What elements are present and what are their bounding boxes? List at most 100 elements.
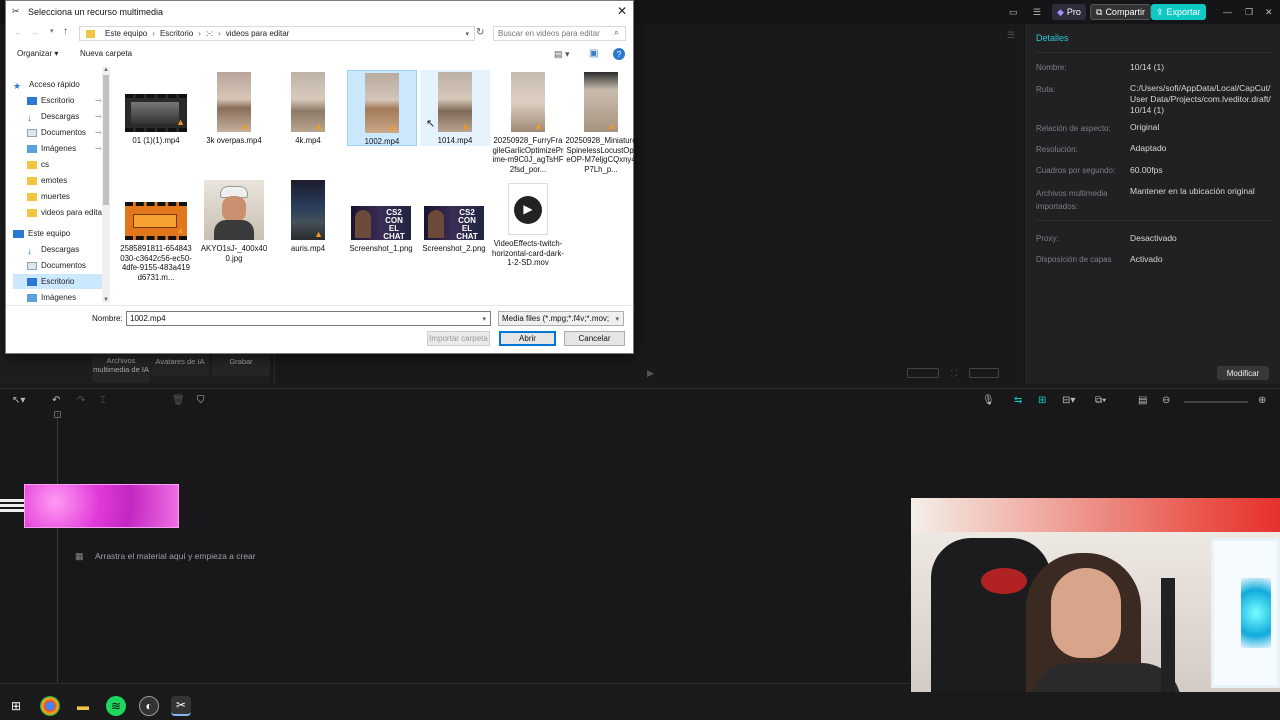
playhead[interactable] bbox=[57, 413, 58, 683]
organize-button[interactable]: Organizar ▾ bbox=[17, 49, 58, 58]
link-icon[interactable]: ⇆ bbox=[1014, 395, 1022, 406]
zoom-in-icon[interactable]: ⊕ bbox=[1258, 395, 1266, 406]
file-item[interactable]: ▲ 2585891811-654843030-c3642c56-ec50-4df… bbox=[120, 202, 192, 282]
windows-start-icon[interactable]: ⊞ bbox=[6, 696, 26, 716]
play-icon[interactable]: ▶ bbox=[647, 368, 654, 379]
detail-label-fps: Cuadros por segundo: bbox=[1036, 166, 1116, 175]
shield-icon[interactable]: ⛉ bbox=[197, 395, 205, 406]
breadcrumb-item[interactable]: Escritorio bbox=[160, 29, 193, 38]
export-button[interactable]: ⇪ Exportar bbox=[1151, 4, 1206, 20]
snap-icon[interactable]: ⧉▾ bbox=[1095, 395, 1106, 406]
undo-icon[interactable]: ↶ bbox=[52, 395, 60, 406]
vlc-icon: ▲ bbox=[176, 116, 185, 127]
nav-scroll-thumb[interactable] bbox=[103, 75, 109, 205]
image-icon bbox=[27, 293, 37, 302]
file-item[interactable]: ▲ 3k overpas.mp4 bbox=[198, 72, 270, 146]
preview-pane-icon[interactable]: ▣ bbox=[589, 48, 598, 59]
delete-icon[interactable]: 🗑 bbox=[172, 395, 185, 406]
capcut-icon[interactable]: ✂ bbox=[171, 696, 191, 716]
pin-icon: ⊸ bbox=[95, 112, 102, 121]
nav-quick-access[interactable]: ★ Acceso rápido bbox=[13, 77, 107, 92]
share-button[interactable]: ⧉ Compartir bbox=[1090, 4, 1151, 20]
details-title: Detalles bbox=[1036, 33, 1069, 43]
file-name: VideoEffects-twitch-horizontal-card-dark… bbox=[492, 239, 564, 267]
up-icon[interactable]: ↑ bbox=[63, 26, 68, 37]
spotify-icon[interactable]: ≋ bbox=[106, 696, 126, 716]
import-folder-button[interactable]: Importar carpeta bbox=[427, 331, 490, 346]
close-dialog-icon[interactable]: ✕ bbox=[617, 4, 627, 18]
file-type-select[interactable]: Media files (*.mpg;*.f4v;*.mov; ▾ bbox=[498, 311, 624, 326]
file-item[interactable]: CS2 CON EL CHAT Screenshot_1.png bbox=[345, 206, 417, 254]
file-item[interactable]: CS2 CON EL CHAT Screenshot_2.png bbox=[418, 206, 490, 254]
minimize-icon[interactable]: — bbox=[1218, 4, 1237, 20]
player-menu-icon[interactable]: ☰ bbox=[1007, 30, 1015, 41]
nav-scrollbar[interactable]: ▲ ▼ bbox=[102, 67, 110, 303]
detail-label-aspect: Relación de aspecto: bbox=[1036, 124, 1111, 133]
modify-button[interactable]: Modificar bbox=[1217, 366, 1269, 380]
new-folder-button[interactable]: Nueva carpeta bbox=[80, 49, 132, 58]
download-icon: ↓ bbox=[27, 245, 32, 257]
file-item[interactable]: ▲ 20250928_FurryFragileGarlicOptimizePri… bbox=[492, 72, 564, 174]
file-item-hover[interactable]: ▲ 1014.mp4 bbox=[420, 70, 490, 146]
open-button[interactable]: Abrir bbox=[499, 331, 556, 346]
forward-icon[interactable]: → bbox=[30, 27, 39, 37]
zoom-out-icon[interactable]: ⊖ bbox=[1162, 395, 1170, 406]
caption-icon[interactable]: ▤ bbox=[1138, 395, 1147, 406]
refresh-icon[interactable]: ↻ bbox=[476, 27, 484, 38]
file-item[interactable]: ▲ 20250928_MiniatureSpinelessLocustOpieO… bbox=[565, 72, 637, 174]
help-icon[interactable]: ? bbox=[613, 48, 625, 60]
file-item[interactable]: ▶ VideoEffects-twitch-horizontal-card-da… bbox=[492, 183, 564, 268]
file-item[interactable]: AKYO1sJ-_400x400.jpg bbox=[198, 180, 270, 263]
file-item[interactable]: ▲ 4k.mp4 bbox=[272, 72, 344, 146]
nav-pc-desktop[interactable]: Escritorio bbox=[13, 274, 107, 289]
tab-ai-avatars[interactable]: Avatares de IA bbox=[151, 352, 209, 376]
video-thumbnail: ▲ bbox=[125, 94, 187, 132]
search-input[interactable]: Buscar en videos para editar bbox=[493, 26, 626, 41]
layout-icon[interactable]: ▭ bbox=[1004, 4, 1022, 20]
clip-handle[interactable] bbox=[0, 495, 26, 515]
dragged-clip[interactable] bbox=[24, 484, 179, 528]
breadcrumb-item[interactable]: videos para editar bbox=[226, 29, 290, 38]
tab-record[interactable]: Grabar bbox=[212, 352, 270, 376]
zoom-slider[interactable] bbox=[1184, 401, 1248, 403]
pc-lights bbox=[1241, 578, 1271, 648]
restore-icon[interactable]: ❐ bbox=[1240, 4, 1258, 20]
chevron-down-icon[interactable]: ▾ bbox=[482, 315, 486, 323]
file-name: 01 (1)(1).mp4 bbox=[132, 136, 180, 145]
select-tool-icon[interactable]: ↖▾ bbox=[12, 395, 25, 406]
preview-axis-icon[interactable]: ⊟▾ bbox=[1062, 395, 1075, 406]
address-dropdown-icon[interactable]: ▾ bbox=[465, 30, 469, 38]
address-bar[interactable]: Este equipo › Escritorio › :-: › videos … bbox=[79, 26, 475, 41]
vlc-icon: ▲ bbox=[461, 120, 470, 131]
recent-dropdown-icon[interactable]: ▾ bbox=[50, 27, 54, 35]
vlc-icon: ▲ bbox=[240, 120, 249, 131]
tab-ai-media[interactable]: Archivos multimedia de IA bbox=[92, 352, 150, 382]
magnet-icon[interactable]: ⊞ bbox=[1038, 395, 1046, 406]
split-icon[interactable]: ⌶ bbox=[100, 395, 106, 406]
cancel-button[interactable]: Cancelar bbox=[564, 331, 625, 346]
file-item-selected[interactable]: ▲ 1002.mp4 bbox=[347, 70, 417, 146]
view-options-icon[interactable]: ▤ ▾ bbox=[554, 49, 570, 60]
breadcrumb-item[interactable]: :-: bbox=[206, 29, 213, 38]
file-item[interactable]: ▲ 01 (1)(1).mp4 bbox=[120, 94, 192, 146]
nav-this-pc[interactable]: Este equipo bbox=[13, 226, 107, 241]
zoom-button[interactable] bbox=[969, 368, 999, 378]
file-item[interactable]: ▲ auris.mp4 bbox=[272, 180, 344, 254]
chevron-down-icon[interactable]: ▾ bbox=[615, 315, 619, 323]
gpu-app-icon[interactable]: ◐ bbox=[139, 696, 159, 716]
microphone-icon[interactable]: 🎙 bbox=[982, 395, 995, 406]
playhead-handle[interactable] bbox=[54, 411, 61, 418]
menu-icon[interactable]: ☰ bbox=[1028, 4, 1046, 20]
redo-icon[interactable]: ↷ bbox=[77, 395, 85, 406]
app-icon: ✂ bbox=[12, 6, 20, 16]
download-icon: ↓ bbox=[27, 112, 32, 124]
breadcrumb-item[interactable]: Este equipo bbox=[105, 29, 147, 38]
filename-input[interactable]: 1002.mp4 ▾ bbox=[126, 311, 491, 326]
pro-button[interactable]: ◆ Pro bbox=[1052, 4, 1086, 20]
file-explorer-icon[interactable]: ▬ bbox=[73, 696, 93, 716]
fullscreen-icon[interactable]: ⛶ bbox=[951, 368, 957, 379]
back-icon[interactable]: ← bbox=[14, 27, 23, 37]
ratio-button[interactable] bbox=[907, 368, 939, 378]
close-window-icon[interactable]: ✕ bbox=[1260, 4, 1278, 20]
chrome-icon[interactable] bbox=[40, 696, 60, 716]
